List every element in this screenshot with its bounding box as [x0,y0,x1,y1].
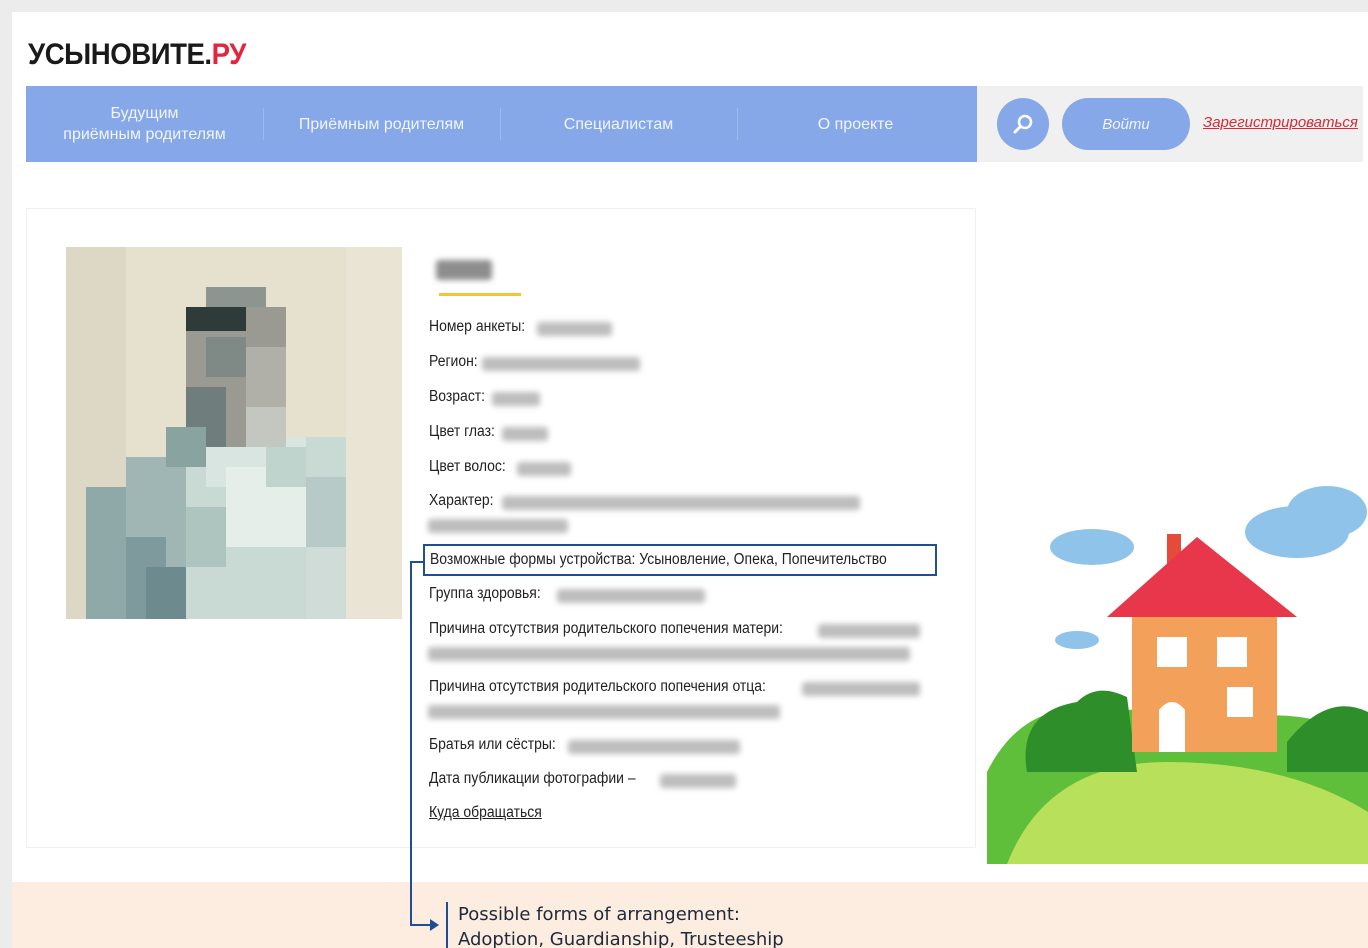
field-photo-date: Дата публикации фотографии – [429,770,636,787]
search-button[interactable] [997,98,1049,150]
field-hair-color: Цвет волос: [429,458,506,475]
annotation-connector [410,562,412,926]
house-illustration [987,486,1368,864]
nav-label: Специалистам [563,115,674,133]
field-siblings: Братья или сёстры: [429,736,556,753]
annotation-line: Possible forms of arrangement: [458,904,740,925]
redacted-value [428,647,910,661]
contact-link[interactable]: Куда обращаться [429,804,542,822]
search-icon [1013,114,1033,134]
field-mother-reason: Причина отсутствия родительского попечен… [429,620,783,637]
redacted-value [818,624,920,638]
login-button[interactable]: Войти [1062,98,1190,150]
field-region: Регион: [429,353,478,370]
annotation-bar [446,902,448,948]
nav-item-foster-parents[interactable]: Приёмным родителям [263,86,500,162]
main-nav: Будущим приёмным родителям Приёмным родит… [26,86,977,162]
annotation-connector [410,561,424,563]
redacted-value [502,427,548,441]
annotation-connector [410,924,432,926]
nav-label-line2: приёмным родителям [63,126,226,143]
nav-item-future-parents[interactable]: Будущим приёмным родителям [26,86,263,162]
page: УСЫНОВИТЕ.РУ Будущим приёмным родителям П… [12,12,1368,948]
redacted-value [492,392,540,406]
redacted-value [482,357,640,371]
child-photo [66,247,402,619]
nav-item-specialists[interactable]: Специалистам [500,86,737,162]
nav-label-line1: Будущим [110,105,179,122]
arrangement-forms-highlight: Возможные формы устройства: Усыновление,… [423,544,937,576]
redacted-value [557,589,705,603]
annotation-arrow-icon [430,919,439,931]
redacted-value [502,496,860,510]
field-health-group: Группа здоровья: [429,585,541,602]
annotation-line: Adoption, Guardianship, Trusteeship [458,929,784,948]
redacted-value [428,519,568,533]
redacted-value [517,462,571,476]
nav-label: Приёмным родителям [298,115,465,133]
redacted-value [537,322,612,336]
register-link[interactable]: Зарегистрироваться [1203,114,1358,131]
nav-actions: Войти Зарегистрироваться [977,86,1363,162]
redacted-value [428,705,780,719]
redacted-value [660,774,736,788]
redacted-value [568,740,740,754]
nav-label: О проекте [817,115,894,133]
child-name-redacted [436,260,492,280]
site-logo[interactable]: УСЫНОВИТЕ.РУ [28,38,246,72]
field-age: Возраст: [429,388,486,405]
field-form-number: Номер анкеты: [429,318,526,335]
redacted-value [802,682,920,696]
name-underline [439,293,521,296]
field-character: Характер: [429,492,494,509]
field-eye-color: Цвет глаз: [429,423,495,440]
field-father-reason: Причина отсутствия родительского попечен… [429,678,766,695]
field-arrangement-forms: Возможные формы устройства: Усыновление,… [430,551,887,568]
translation-annotation: Possible forms of arrangement: Adoption,… [458,902,784,948]
nav-item-about[interactable]: О проекте [737,86,974,162]
